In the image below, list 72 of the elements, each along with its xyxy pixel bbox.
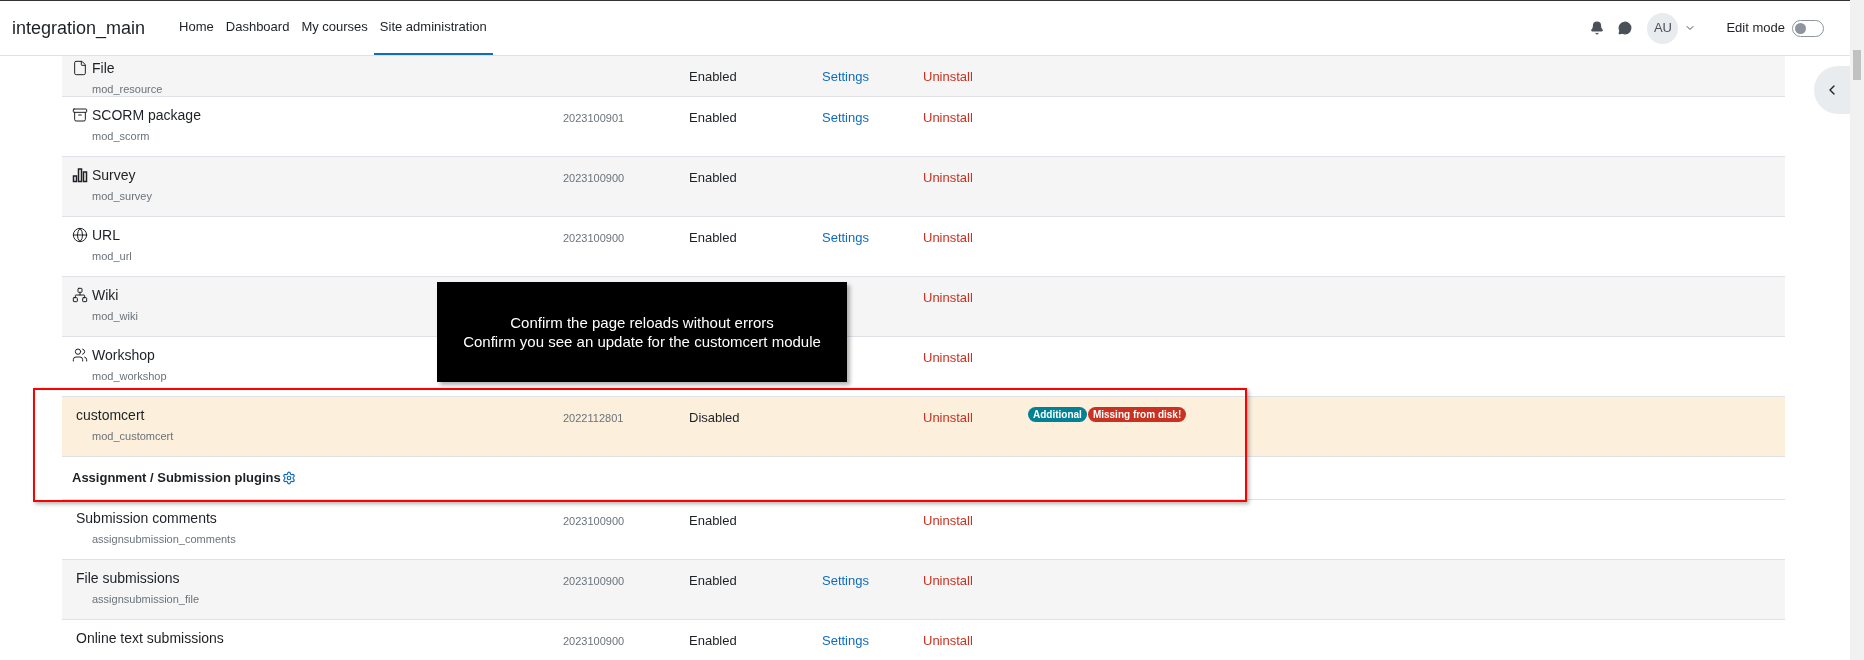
instruction-text: Confirm you see an update for the customcert module bbox=[463, 332, 821, 351]
edit-mode-toggle[interactable] bbox=[1792, 19, 1824, 37]
plugin-name: Submission comments bbox=[76, 508, 217, 528]
status-text: Enabled bbox=[689, 69, 737, 84]
edit-mode-label: Edit mode bbox=[1726, 19, 1785, 38]
box-icon bbox=[72, 107, 88, 123]
people-icon bbox=[72, 347, 88, 363]
user-avatar[interactable]: AU bbox=[1647, 12, 1679, 44]
file-icon bbox=[72, 60, 88, 76]
version-text: 2023100900 bbox=[563, 232, 625, 244]
settings-link[interactable]: Settings bbox=[822, 573, 869, 588]
plugin-name: URL bbox=[92, 225, 120, 245]
uninstall-link[interactable]: Uninstall bbox=[923, 230, 973, 245]
plugin-component: mod_url bbox=[91, 249, 132, 264]
instruction-text: Confirm the page reloads without errors bbox=[510, 313, 774, 332]
globe-icon bbox=[72, 227, 88, 243]
plugin-component: mod_workshop bbox=[91, 369, 167, 384]
status-text: Disabled bbox=[689, 410, 740, 425]
settings-link[interactable]: Settings bbox=[822, 69, 869, 84]
network-icon bbox=[72, 287, 88, 303]
plugin-name: File submissions bbox=[76, 568, 180, 588]
uninstall-link[interactable]: Uninstall bbox=[923, 350, 973, 365]
settings-link[interactable]: Settings bbox=[822, 633, 869, 648]
nav-link[interactable]: Home bbox=[173, 1, 220, 55]
uninstall-link[interactable]: Uninstall bbox=[923, 69, 973, 84]
version-text: 2023100900 bbox=[563, 635, 625, 647]
status-text: Enabled bbox=[689, 230, 737, 245]
uninstall-link[interactable]: Uninstall bbox=[923, 573, 973, 588]
status-text: Enabled bbox=[689, 513, 737, 528]
bar-chart-icon bbox=[72, 167, 88, 183]
plugin-name: Wiki bbox=[92, 285, 119, 305]
plugin-name: SCORM package bbox=[92, 105, 201, 125]
nav-link[interactable]: Dashboard bbox=[219, 1, 296, 55]
uninstall-link[interactable]: Uninstall bbox=[923, 170, 973, 185]
status-text: Enabled bbox=[689, 110, 737, 125]
status-badge: Missing from disk! bbox=[1087, 407, 1187, 422]
notifications-icon[interactable] bbox=[1590, 21, 1605, 35]
status-text: Enabled bbox=[689, 170, 737, 185]
plugin-name: Survey bbox=[92, 165, 136, 185]
settings-link[interactable]: Settings bbox=[822, 110, 869, 125]
status-badge: Additional bbox=[1028, 407, 1087, 422]
scrollbar[interactable] bbox=[1850, 0, 1864, 660]
plugin-component: assignsubmission_comments bbox=[91, 532, 236, 547]
plugin-component: mod_resource bbox=[91, 82, 163, 97]
nav-link[interactable]: My courses bbox=[295, 1, 374, 55]
site-name[interactable]: integration_main bbox=[12, 14, 146, 42]
drawer-toggle[interactable] bbox=[1814, 66, 1850, 114]
plugin-component: mod_survey bbox=[91, 189, 152, 204]
plugin-component: mod_wiki bbox=[91, 309, 138, 324]
version-text: 2023100900 bbox=[563, 575, 625, 587]
section-heading: Assignment / Submission plugins bbox=[72, 469, 281, 488]
plugin-component: assignsubmission_file bbox=[91, 592, 199, 607]
uninstall-link[interactable]: Uninstall bbox=[923, 633, 973, 648]
uninstall-link[interactable]: Uninstall bbox=[923, 290, 973, 305]
uninstall-link[interactable]: Uninstall bbox=[923, 513, 973, 528]
plugin-name: Workshop bbox=[92, 345, 155, 365]
settings-link[interactable]: Settings bbox=[822, 230, 869, 245]
uninstall-link[interactable]: Uninstall bbox=[923, 110, 973, 125]
status-text: Enabled bbox=[689, 573, 737, 588]
status-text: Enabled bbox=[689, 633, 737, 648]
version-text: 2023100900 bbox=[563, 515, 625, 527]
plugin-name: File bbox=[92, 58, 115, 78]
plugin-component: mod_scorm bbox=[91, 129, 150, 144]
plugin-name: customcert bbox=[76, 405, 145, 425]
settings-icon[interactable] bbox=[281, 471, 296, 485]
plugin-name: Online text submissions bbox=[76, 628, 224, 648]
messages-icon[interactable] bbox=[1618, 21, 1633, 35]
version-text: 2023100900 bbox=[563, 172, 625, 184]
plugin-component: mod_customcert bbox=[91, 429, 174, 444]
version-text: 2022112801 bbox=[563, 412, 624, 424]
version-text: 2023100901 bbox=[563, 112, 625, 124]
uninstall-link[interactable]: Uninstall bbox=[923, 410, 973, 425]
